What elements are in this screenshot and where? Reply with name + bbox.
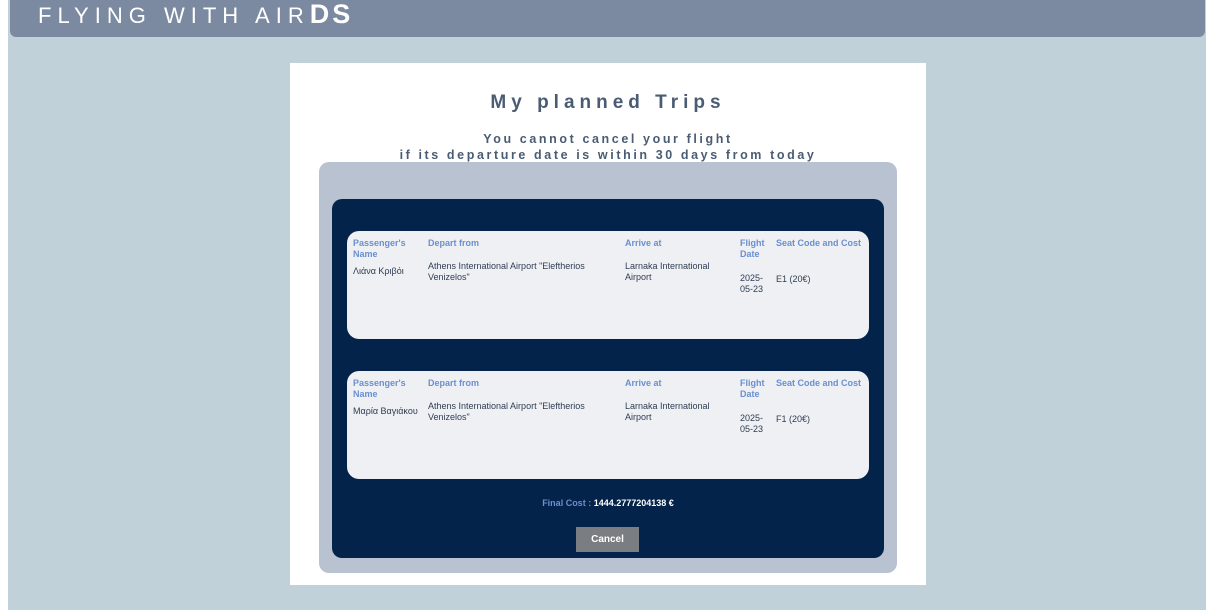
depart-airport: Athens International Airport "Eleftherio… [428,401,585,422]
header-passenger-name: Passenger's Name [353,378,406,399]
final-cost: Final Cost : 1444.2777204138 € [332,498,884,508]
header-seat-cost: Seat Code and Cost [776,378,862,388]
passenger-name: Μαρία Βαγιάκου [353,406,418,416]
passenger-name: Λιάνα Κριβόι [353,266,404,276]
notice-line-1: You cannot cancel your flight [483,132,733,146]
header-arrive-at: Arrive at [625,378,662,388]
trip-card-2: Passenger's Name Depart from Arrive at F… [347,371,869,479]
header-seat-cost: Seat Code and Cost [776,238,862,248]
page-title: My planned Trips [490,92,726,113]
seat-code-cost: F1 (20€) [776,414,811,424]
arrive-airport: Larnaka International Airport [625,401,710,422]
header-arrive-at: Arrive at [625,238,662,248]
depart-airport: Athens International Airport "Eleftherio… [428,261,585,282]
header-depart-from: Depart from [428,238,480,248]
header-depart-from: Depart from [428,378,480,388]
final-cost-label: Final Cost : [542,498,592,508]
cancel-button[interactable]: Cancel [576,527,639,552]
trips-inner-card: Passenger's Name Depart from Arrive at F… [332,199,884,558]
cancellation-notice: You cannot cancel your flight if its dep… [290,131,926,163]
seat-code-cost: E1 (20€) [776,274,811,284]
header-flight-date: Flight Date [740,378,765,399]
flight-date: 2025-05-23 [740,413,764,434]
trip-card-1: Passenger's Name Depart from Arrive at F… [347,231,869,339]
brand-text-regular: FLYING WITH AIR [38,3,310,28]
flight-date: 2025-05-23 [740,273,764,294]
trips-panel: My planned Trips You cannot cancel your … [290,63,926,585]
final-cost-value: 1444.2777204138 € [593,498,674,508]
top-header-bar: FLYING WITH AIRDS [10,0,1205,37]
header-flight-date: Flight Date [740,238,765,259]
brand-text-bold: DS [309,0,354,29]
arrive-airport: Larnaka International Airport [625,261,710,282]
trips-outer-card: Passenger's Name Depart from Arrive at F… [319,162,897,573]
notice-line-2: if its departure date is within 30 days … [399,148,817,162]
header-passenger-name: Passenger's Name [353,238,406,259]
brand-logo: FLYING WITH AIRDS [38,0,353,34]
